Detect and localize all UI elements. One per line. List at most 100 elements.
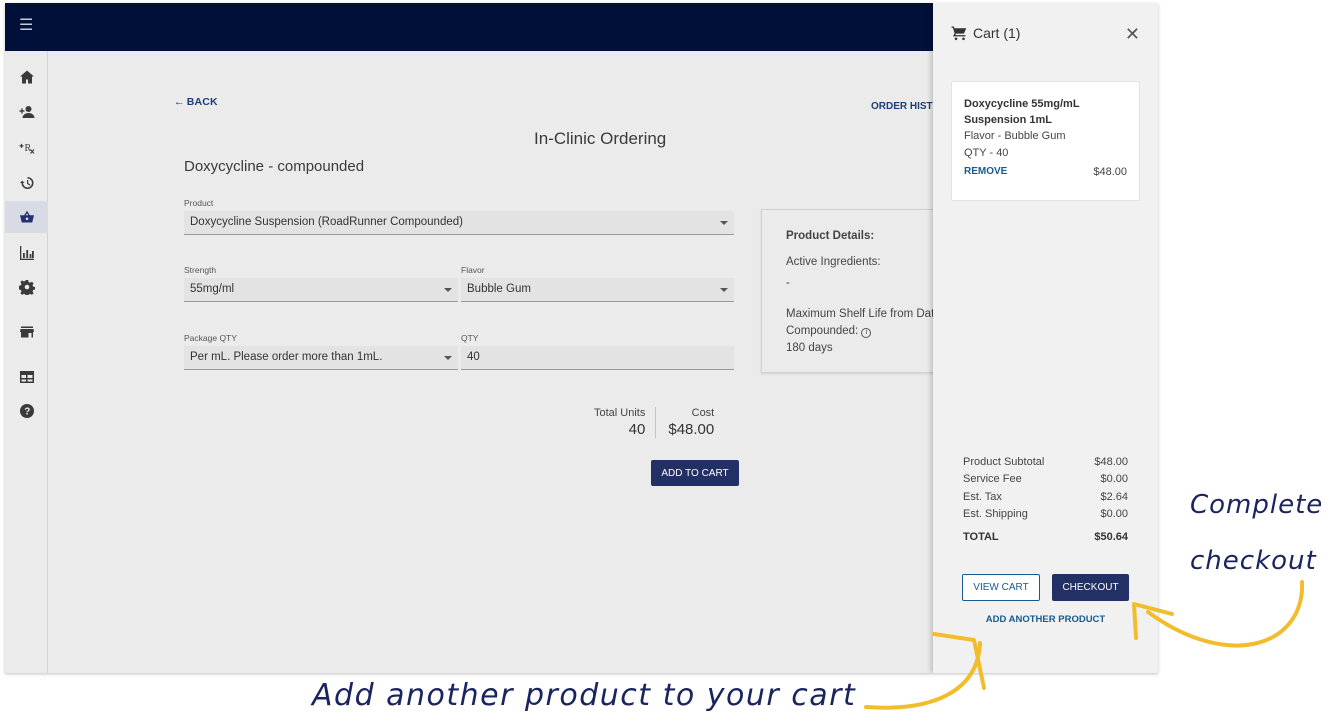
help-icon: ?: [19, 404, 34, 418]
order-summary: Total Units 40 Cost $48.00: [594, 407, 714, 438]
cost-label: Cost: [691, 407, 715, 419]
strength-dropdown[interactable]: 55mg/ml: [184, 278, 458, 302]
qty-input[interactable]: 40: [461, 346, 734, 370]
cart-drawer: Cart (1) ✕ Doxycycline 55mg/mL Suspensio…: [933, 3, 1158, 673]
product-label: Product: [184, 198, 214, 208]
sidebar-item-add-prescription[interactable]: R: [5, 131, 48, 163]
shelf-life-label-text: Compounded:: [786, 325, 859, 337]
cart-item-flavor: Flavor - Bubble Gum: [964, 130, 1066, 142]
add-to-cart-button[interactable]: ADD TO CART: [651, 460, 739, 486]
subtotal-value: $48.00: [1094, 456, 1128, 468]
total-row: TOTAL $50.64: [963, 529, 1128, 546]
package-qty-select: Package QTY Per mL. Please order more th…: [184, 333, 458, 370]
caret-down-icon: [720, 288, 728, 292]
flavor-value: Bubble Gum: [467, 283, 531, 295]
active-ingredients-label: Active Ingredients:: [786, 256, 881, 268]
cart-item-qty: QTY - 40: [964, 147, 1009, 159]
complete-annotation-line2: checkout: [1190, 546, 1317, 576]
sidebar-item-settings[interactable]: [5, 271, 48, 303]
strength-label: Strength: [184, 265, 217, 275]
qty-label: QTY: [461, 333, 479, 343]
sidebar-item-add-user[interactable]: [5, 96, 48, 128]
product-dropdown[interactable]: Doxycycline Suspension (RoadRunner Compo…: [184, 211, 734, 235]
back-label: BACK: [186, 96, 218, 108]
order-history-link[interactable]: ORDER HISTO: [871, 101, 940, 112]
cost: Cost $48.00: [656, 407, 714, 438]
view-cart-button[interactable]: VIEW CART: [962, 574, 1040, 601]
checkout-button[interactable]: CHECKOUT: [1052, 574, 1129, 601]
sidebar-item-history[interactable]: [5, 167, 48, 199]
cart-totals: Product Subtotal $48.00 Service Fee $0.0…: [963, 454, 1128, 546]
total-units: Total Units 40: [594, 407, 657, 438]
strength-select: Strength 55mg/ml: [184, 265, 458, 302]
cart-item-name-line2: Suspension 1mL: [964, 114, 1053, 126]
shelf-life-label-line1: Maximum Shelf Life from Date: [786, 308, 941, 320]
flavor-dropdown[interactable]: Bubble Gum: [461, 278, 734, 302]
add-prescription-icon: R: [19, 143, 34, 154]
service-fee-label: Service Fee: [963, 473, 1022, 486]
package-qty-label: Package QTY: [184, 333, 237, 343]
back-link[interactable]: ← BACK: [174, 96, 218, 108]
sidebar: R ?: [5, 51, 48, 673]
cost-value: $48.00: [668, 421, 715, 438]
caret-down-icon: [720, 221, 728, 225]
product-details-card: Product Details: Active Ingredients: - M…: [761, 209, 961, 373]
app-window: ☰ R ? ← BACK ORDER HISTO In-Clinic Order…: [5, 3, 1158, 673]
close-icon[interactable]: ✕: [1125, 25, 1140, 43]
shelf-life-label-line2: Compounded: i: [786, 323, 936, 340]
total-label: TOTAL: [963, 531, 999, 544]
basket-icon: [19, 210, 34, 223]
cart-header: Cart (1): [951, 25, 1020, 41]
flavor-label: Flavor: [461, 265, 485, 275]
add-user-icon: [19, 106, 34, 118]
add-another-product-link[interactable]: ADD ANOTHER PRODUCT: [933, 614, 1158, 625]
caret-down-icon: [444, 356, 452, 360]
sidebar-item-help[interactable]: ?: [5, 395, 48, 427]
sidebar-item-store[interactable]: [5, 316, 48, 348]
shipping-row: Est. Shipping $0.00: [963, 506, 1128, 523]
cart-item-name-line1: Doxycycline 55mg/mL: [964, 98, 1080, 110]
total-units-value: 40: [628, 421, 646, 438]
strength-value: 55mg/ml: [190, 283, 235, 295]
complete-annotation-line1: Complete: [1190, 490, 1324, 520]
chart-icon: [19, 246, 34, 260]
menu-icon[interactable]: ☰: [19, 18, 35, 34]
product-value: Doxycycline Suspension (RoadRunner Compo…: [190, 216, 463, 228]
add-another-annotation: Add another product to your cart: [312, 678, 857, 713]
qty-value: 40: [467, 351, 480, 363]
info-icon[interactable]: i: [861, 328, 872, 338]
sidebar-item-reports[interactable]: [5, 237, 48, 269]
product-select: Product Doxycycline Suspension (RoadRunn…: [184, 198, 734, 235]
table-icon: [19, 371, 34, 383]
home-icon: [19, 70, 34, 84]
store-icon: [19, 326, 34, 338]
cart-item: Doxycycline 55mg/mL Suspension 1mL Flavo…: [951, 81, 1140, 201]
gear-icon: [18, 280, 35, 295]
complete-checkout-annotation: Complete checkout: [1190, 477, 1323, 589]
package-qty-dropdown[interactable]: Per mL. Please order more than 1mL.: [184, 346, 458, 370]
cart-icon: [951, 26, 967, 41]
active-ingredients-value: -: [786, 277, 790, 289]
service-fee-row: Service Fee $0.00: [963, 471, 1128, 488]
sidebar-item-home[interactable]: [5, 61, 48, 93]
caret-down-icon: [444, 288, 452, 292]
tax-label: Est. Tax: [963, 490, 1002, 503]
qty-field: QTY 40: [461, 333, 734, 370]
cart-item-price: $48.00: [1093, 166, 1127, 178]
sidebar-item-table[interactable]: [5, 361, 48, 393]
flavor-select: Flavor Bubble Gum: [461, 265, 734, 302]
tax-value: $2.64: [1100, 490, 1128, 503]
drug-title: Doxycycline - compounded: [184, 158, 365, 175]
arrow-left-icon: ←: [174, 96, 185, 108]
svg-text:?: ?: [24, 407, 30, 418]
total-units-label: Total Units: [594, 407, 646, 419]
remove-button[interactable]: REMOVE: [964, 166, 1007, 178]
package-qty-value: Per mL. Please order more than 1mL.: [190, 351, 383, 363]
total-value: $50.64: [1094, 531, 1128, 544]
sidebar-item-ordering[interactable]: [5, 201, 48, 233]
cart-item-footer: REMOVE $48.00: [964, 166, 1127, 178]
shipping-value: $0.00: [1100, 507, 1128, 520]
svg-text:R: R: [24, 143, 31, 154]
checkout-arrow: [1146, 580, 1305, 648]
subtotal-row: Product Subtotal $48.00: [963, 454, 1128, 471]
